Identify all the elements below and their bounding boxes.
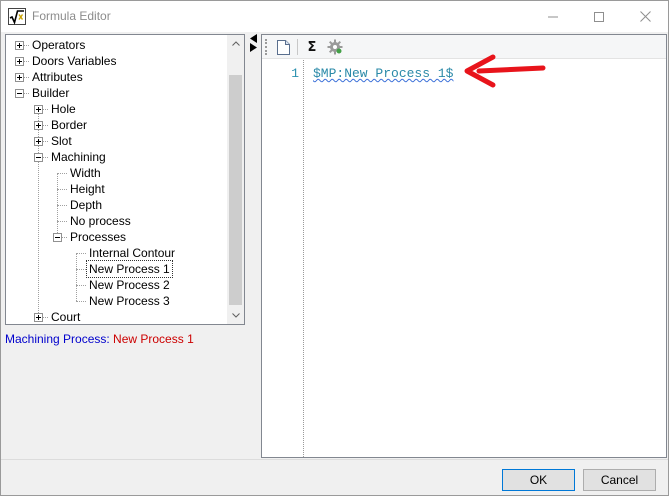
line-gutter: 1 — [262, 60, 304, 457]
cancel-button[interactable]: Cancel — [583, 469, 656, 491]
toolbar-grip[interactable] — [265, 39, 267, 55]
tree-item-border[interactable]: Border — [49, 117, 89, 133]
settings-button[interactable] — [325, 37, 345, 57]
ok-button[interactable]: OK — [502, 469, 575, 491]
tree-item-new-process-3[interactable]: New Process 3 — [87, 293, 172, 309]
dialog-footer: OK Cancel — [1, 459, 668, 495]
close-icon — [639, 11, 651, 22]
tree-item-hole[interactable]: Hole — [49, 101, 78, 117]
editor-panel: Σ 1 $MP:New Process 1$ — [261, 34, 667, 458]
tree-item-width[interactable]: Width — [68, 165, 103, 181]
tree-connector — [76, 253, 86, 254]
tree-item-internal-contour[interactable]: Internal Contour — [87, 245, 177, 261]
left-panel: Operators Doors Variables Attributes Builde… — [4, 34, 247, 458]
minimize-button[interactable] — [530, 1, 576, 32]
tree-item-new-process-1[interactable]: New Process 1 — [86, 260, 173, 278]
formula-editor[interactable]: 1 $MP:New Process 1$ — [262, 60, 666, 457]
tree-connector — [57, 205, 67, 206]
tree-connector — [38, 157, 39, 317]
expand-plus-icon[interactable] — [34, 121, 43, 130]
expand-plus-icon[interactable] — [15, 41, 24, 50]
tree-item-builder[interactable]: Builder — [30, 85, 71, 101]
collapse-minus-icon[interactable] — [53, 233, 62, 242]
maximize-icon — [594, 11, 604, 22]
maximize-button[interactable] — [576, 1, 622, 32]
tree-item-machining[interactable]: Machining — [49, 149, 108, 165]
new-document-icon — [276, 39, 290, 55]
tree-item-operators[interactable]: Operators — [30, 37, 87, 53]
scrollbar-thumb[interactable] — [229, 75, 242, 305]
minimize-icon — [548, 16, 558, 17]
collapse-minus-icon[interactable] — [15, 89, 24, 98]
title-bar: Formula Editor — [1, 1, 668, 32]
tree-item-slot[interactable]: Slot — [49, 133, 74, 149]
tree-item-no-process[interactable]: No process — [68, 213, 133, 229]
editor-toolbar: Σ — [262, 35, 666, 59]
expand-right-icon[interactable] — [250, 43, 257, 54]
tree-connector — [76, 301, 86, 302]
tree-connector — [57, 189, 67, 190]
status-value: New Process 1 — [113, 332, 194, 346]
window-title: Formula Editor — [32, 9, 111, 23]
toolbar-separator — [297, 39, 298, 55]
scroll-down-button[interactable] — [227, 307, 244, 324]
tree-connector — [57, 221, 67, 222]
tree-connector — [76, 269, 86, 270]
close-button[interactable] — [622, 1, 668, 32]
line-number: 1 — [291, 66, 299, 81]
expand-plus-icon[interactable] — [34, 137, 43, 146]
expand-plus-icon[interactable] — [34, 313, 43, 322]
expand-plus-icon[interactable] — [15, 73, 24, 82]
tree-item-depth[interactable]: Depth — [68, 197, 104, 213]
tree-item-height[interactable]: Height — [68, 181, 107, 197]
expand-plus-icon[interactable] — [15, 57, 24, 66]
selection-status: Machining Process: New Process 1 — [5, 332, 194, 346]
tree-item-doors-variables[interactable]: Doors Variables — [30, 53, 118, 69]
tree-item-court[interactable]: Court — [49, 309, 82, 324]
tree-item-new-process-2[interactable]: New Process 2 — [87, 277, 172, 293]
tree-item-processes[interactable]: Processes — [68, 229, 128, 245]
gear-icon — [327, 39, 343, 55]
tree-connector — [76, 285, 86, 286]
chevron-down-icon — [231, 313, 240, 318]
formula-tree[interactable]: Operators Doors Variables Attributes Builde… — [5, 34, 245, 325]
panel-splitter[interactable] — [248, 34, 260, 458]
tree-item-attributes[interactable]: Attributes — [30, 69, 85, 85]
sigma-icon: Σ — [307, 39, 317, 55]
formula-text[interactable]: $MP:New Process 1$ — [313, 66, 453, 81]
square-root-icon — [8, 8, 26, 25]
collapse-minus-icon[interactable] — [34, 153, 43, 162]
tree-scrollbar[interactable] — [227, 35, 244, 324]
formula-editor-window: Formula Editor Operators Doors Variables A… — [0, 0, 669, 496]
tree-connector — [76, 285, 77, 301]
sum-button[interactable]: Σ — [302, 37, 322, 57]
status-label: Machining Process: — [5, 332, 114, 346]
new-button[interactable] — [273, 37, 293, 57]
tree-connector — [57, 173, 67, 174]
expand-plus-icon[interactable] — [34, 105, 43, 114]
chevron-up-icon — [231, 41, 240, 46]
scroll-up-button[interactable] — [227, 35, 244, 52]
